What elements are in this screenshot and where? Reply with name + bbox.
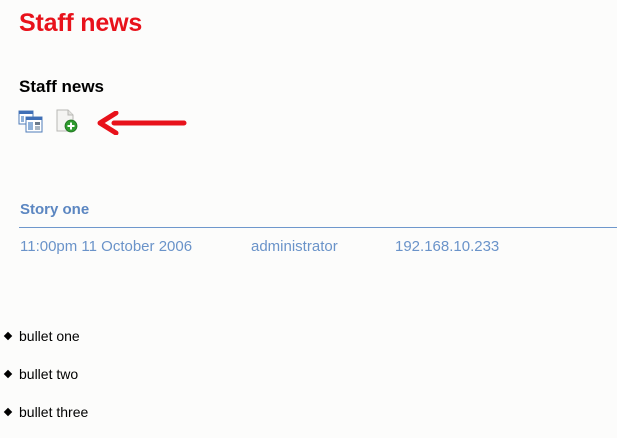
- list-item: bullet three: [0, 396, 88, 434]
- toolbar: [18, 108, 198, 136]
- list-item-text: bullet one: [19, 328, 80, 344]
- section-title: Staff news: [19, 77, 105, 96]
- story-title-link[interactable]: Story one: [20, 201, 89, 218]
- story-datetime: 11:00pm 11 October 2006: [20, 238, 193, 255]
- add-item-button[interactable]: [54, 108, 80, 134]
- view-layout-button[interactable]: [18, 108, 44, 134]
- window-layout-icon: [18, 108, 44, 134]
- list-item-text: bullet three: [19, 404, 89, 420]
- bullet-icon: [3, 331, 13, 341]
- bullet-icon: [3, 407, 13, 417]
- story-bullet-list: bullet one bullet two bullet three: [0, 320, 88, 434]
- page-title: Staff news: [19, 9, 143, 37]
- story-ip: 192.168.10.233: [395, 238, 500, 255]
- story-author: administrator: [251, 238, 338, 255]
- story-divider: [19, 227, 617, 228]
- red-arrow-icon: [96, 110, 188, 140]
- bullet-icon: [3, 369, 13, 379]
- list-item: bullet two: [0, 358, 88, 396]
- list-item-text: bullet two: [19, 366, 79, 382]
- add-page-icon: [54, 108, 80, 134]
- list-item: bullet one: [0, 320, 88, 358]
